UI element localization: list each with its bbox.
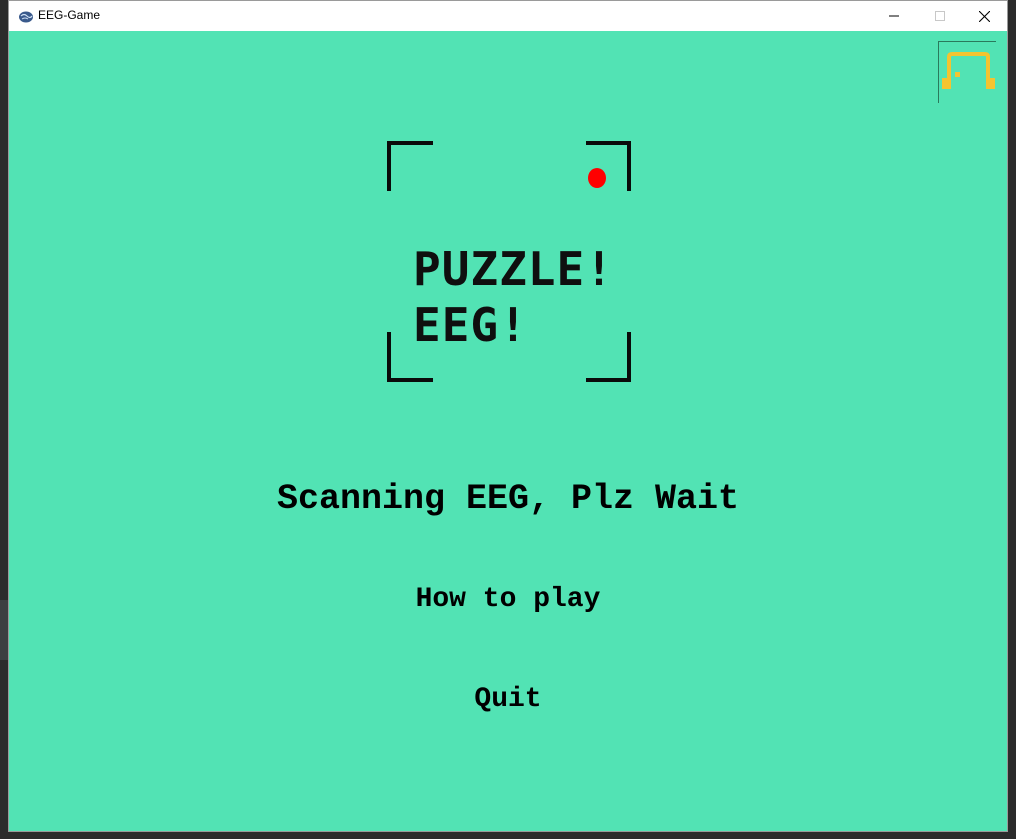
how-to-play-button[interactable]: How to play bbox=[9, 584, 1007, 615]
record-dot bbox=[588, 168, 606, 188]
minimize-button[interactable] bbox=[871, 1, 917, 31]
window-title: EEG-Game bbox=[38, 8, 101, 22]
minimize-icon bbox=[889, 15, 899, 17]
editor-panel-divider bbox=[0, 600, 8, 660]
scanning-status-text: Scanning EEG, Plz Wait bbox=[276, 479, 740, 519]
maximize-icon bbox=[935, 11, 945, 21]
logo-title-line-1: PUZZLE! bbox=[413, 242, 614, 296]
maximize-button[interactable] bbox=[917, 1, 963, 31]
title-bar[interactable]: EEG-Game bbox=[9, 1, 1007, 31]
game-window: EEG-Game PUZZLE! EEG! Scanning EEG, Plz … bbox=[8, 0, 1008, 832]
game-logo: PUZZLE! EEG! bbox=[381, 135, 641, 385]
quit-button[interactable]: Quit bbox=[9, 684, 1007, 715]
close-button[interactable] bbox=[961, 1, 1007, 31]
headphones-icon[interactable] bbox=[938, 41, 1000, 103]
game-screen: PUZZLE! EEG! Scanning EEG, Plz Wait How … bbox=[9, 31, 1007, 831]
logo-title-line-2: EEG! bbox=[413, 298, 528, 352]
brain-icon bbox=[18, 9, 34, 23]
close-icon bbox=[978, 10, 990, 22]
